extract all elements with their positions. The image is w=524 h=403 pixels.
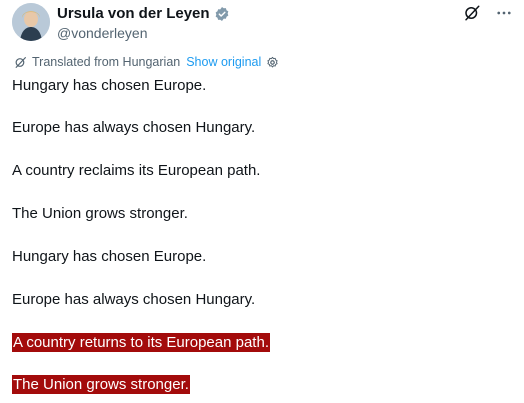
post-text-line: Europe has always chosen Hungary. — [12, 119, 256, 136]
show-original-link[interactable]: Show original — [186, 55, 261, 69]
header-actions — [462, 3, 514, 23]
post-text-line: Hungary has chosen Europe. — [12, 77, 207, 94]
post-text-line: Europe has always chosen Hungary. — [12, 291, 256, 308]
post-text-line: The Union grows stronger. — [12, 205, 188, 222]
highlighted-post-text-line: A country returns to its European path. — [12, 333, 270, 352]
more-options-button[interactable] — [494, 3, 514, 23]
post-text-line: Hungary has chosen Europe. — [12, 248, 207, 265]
author-handle[interactable]: @vonderleyen — [57, 25, 148, 41]
author-name-row: Ursula von der Leyen — [57, 5, 230, 22]
translation-label: Translated from Hungarian — [32, 55, 181, 69]
grok-icon[interactable] — [462, 3, 482, 23]
post-text-line: A country reclaims its European path. — [12, 162, 261, 179]
settings-icon[interactable] — [266, 56, 279, 69]
avatar[interactable] — [12, 3, 50, 41]
more-dots-icon — [497, 11, 511, 15]
avatar-photo — [12, 3, 50, 41]
highlighted-post-text-line: The Union grows stronger. — [12, 375, 190, 394]
translate-icon — [14, 56, 27, 69]
author-display-name[interactable]: Ursula von der Leyen — [57, 5, 210, 22]
translation-bar: Translated from Hungarian Show original — [14, 55, 279, 69]
post-card: Ursula von der Leyen @vonderleyen Transl… — [0, 0, 524, 403]
verified-badge-icon[interactable] — [214, 6, 230, 22]
